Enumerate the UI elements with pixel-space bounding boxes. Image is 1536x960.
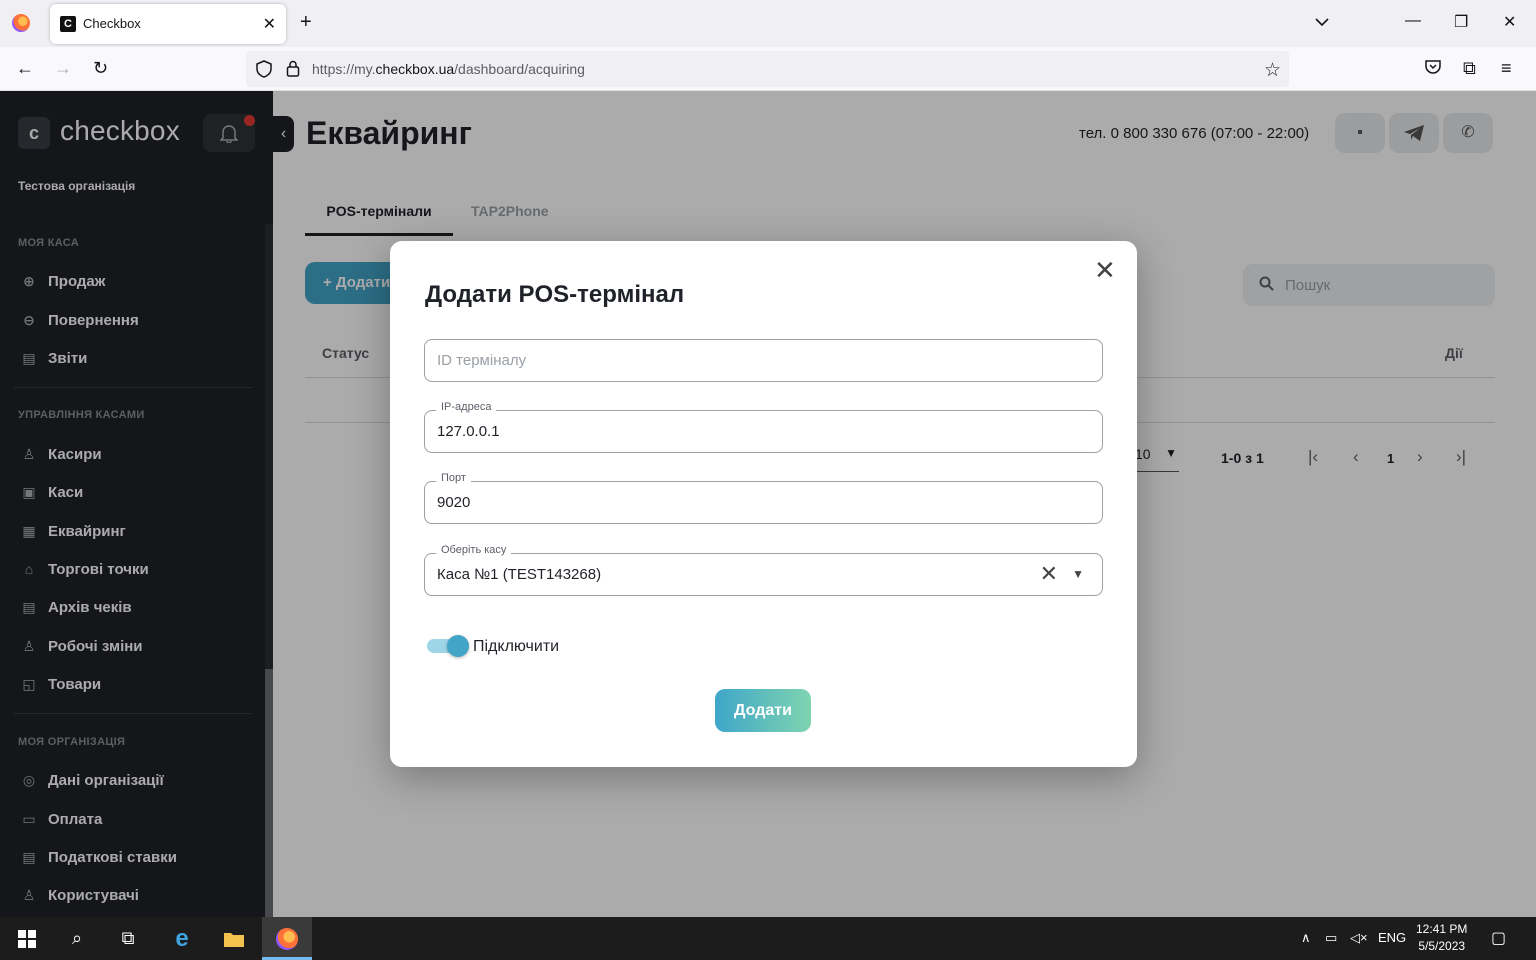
new-tab-icon[interactable]: +	[300, 12, 312, 32]
show-hidden-icons-icon[interactable]: ∧	[1301, 930, 1311, 946]
app: c checkbox Тестова організація ‹ МОЯ КАС…	[0, 91, 1536, 917]
notifications-center-icon[interactable]: ▢	[1491, 928, 1506, 948]
browser-tabbar: C Checkbox ✕ + — ❐ ✕	[0, 0, 1536, 47]
tab-close-icon[interactable]: ✕	[263, 14, 276, 34]
taskbar: ⌕ ⧉ e ∧ ▭ ◁× ENG 12:41 PM 5/5/2023 ▢	[0, 917, 1536, 960]
language-indicator[interactable]: ENG	[1378, 930, 1406, 945]
dialog-title: Додати POS-термінал	[425, 281, 685, 308]
internet-explorer-icon[interactable]: e	[157, 917, 207, 960]
reload-icon[interactable]: ↻	[93, 59, 108, 77]
register-select-label: Оберіть касу	[436, 544, 512, 556]
network-icon[interactable]: ▭	[1325, 930, 1337, 946]
tab-title: Checkbox	[83, 16, 141, 31]
window-close-icon[interactable]: ✕	[1503, 12, 1516, 32]
terminal-id-field[interactable]: ID терміналу	[424, 339, 1103, 382]
forward-icon[interactable]: →	[54, 59, 72, 77]
search-icon[interactable]: ⌕	[52, 917, 102, 960]
close-dialog-icon[interactable]: ✕	[1094, 257, 1116, 283]
menu-icon[interactable]: ≡	[1501, 59, 1512, 77]
firefox-icon	[12, 14, 30, 32]
task-view-icon[interactable]: ⧉	[103, 917, 153, 960]
back-icon[interactable]: ←	[16, 59, 34, 77]
terminal-id-placeholder: ID терміналу	[437, 352, 527, 369]
file-explorer-icon[interactable]	[209, 917, 259, 960]
register-select[interactable]: Оберіть касу Каса №1 (TEST143268) ✕ ▼	[424, 544, 1103, 596]
browser-navbar: ← → ↻ https://my.checkbox.ua/dashboard/a…	[0, 47, 1536, 91]
clear-selection-icon[interactable]: ✕	[1040, 560, 1058, 588]
time: 12:41 PM	[1416, 922, 1468, 936]
port-value: 9020	[437, 494, 471, 511]
ip-address-value: 127.0.0.1	[437, 423, 500, 440]
port-label: Порт	[436, 472, 471, 484]
windows-start-icon[interactable]	[2, 917, 52, 960]
checkbox-favicon-icon: C	[60, 16, 76, 32]
restore-icon[interactable]: ❐	[1454, 12, 1468, 32]
toggle-knob[interactable]	[447, 635, 469, 657]
connect-toggle[interactable]	[427, 635, 469, 657]
clock[interactable]: 12:41 PM 5/5/2023	[1416, 921, 1467, 955]
pocket-icon[interactable]	[1424, 59, 1442, 80]
extensions-icon[interactable]: ⧉	[1463, 59, 1476, 77]
bookmark-star-icon[interactable]: ☆	[1264, 59, 1281, 82]
volume-muted-icon[interactable]: ◁×	[1350, 930, 1368, 946]
date: 5/5/2023	[1418, 939, 1466, 953]
firefox-taskbar-icon[interactable]	[262, 917, 312, 960]
port-field[interactable]: Порт 9020	[424, 472, 1103, 524]
browser-tab[interactable]: C Checkbox ✕	[50, 4, 286, 44]
ip-address-field[interactable]: IP-адреса 127.0.0.1	[424, 401, 1103, 453]
url-text[interactable]: https://my.checkbox.ua/dashboard/acquiri…	[312, 61, 585, 77]
minimize-icon[interactable]: —	[1405, 12, 1421, 30]
list-tabs-icon[interactable]	[1314, 14, 1330, 32]
ip-address-label: IP-адреса	[436, 401, 497, 413]
submit-button[interactable]: Додати	[715, 689, 811, 732]
connect-toggle-label: Підключити	[473, 638, 560, 655]
url-bar[interactable]: https://my.checkbox.ua/dashboard/acquiri…	[246, 51, 1289, 87]
lock-icon[interactable]	[286, 60, 300, 82]
register-select-value: Каса №1 (TEST143268)	[437, 566, 602, 583]
dropdown-arrow-icon[interactable]: ▼	[1072, 567, 1084, 581]
shield-icon[interactable]	[256, 60, 272, 83]
add-pos-terminal-dialog: ✕ Додати POS-термінал ID терміналу IP-ад…	[390, 241, 1137, 767]
